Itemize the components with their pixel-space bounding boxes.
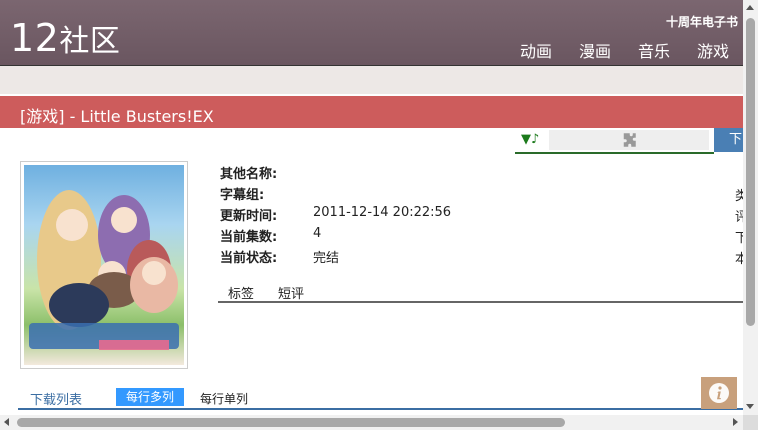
anniversary-link[interactable]: 十周年电子书 <box>666 13 738 30</box>
info-icon <box>709 383 729 403</box>
plugin-placeholder[interactable] <box>549 130 709 150</box>
horizontal-scroll-thumb[interactable] <box>17 418 565 427</box>
title-bar: [游戏] - Little Busters!EX <box>0 96 743 128</box>
tab-tags[interactable]: 标签 <box>228 283 254 302</box>
puzzle-icon <box>623 133 636 147</box>
info-tabs: 标签 短评 <box>218 281 743 303</box>
logo-text: 社区 <box>59 24 121 59</box>
sub-bar <box>0 65 743 94</box>
nav-anime[interactable]: 动画 <box>520 38 552 62</box>
info-row-updated: 更新时间: 2011-12-14 20:22:56 <box>220 205 452 224</box>
main-nav: 动画 漫画 音乐 游戏 <box>520 38 729 62</box>
music-note-icon[interactable]: ▼♪ <box>521 132 539 147</box>
vertical-scroll-thumb[interactable] <box>746 18 755 326</box>
info-row-other-names: 其他名称: <box>220 167 278 182</box>
vertical-scrollbar[interactable] <box>743 0 758 415</box>
scroll-down-icon[interactable] <box>746 404 754 409</box>
site-logo[interactable]: 12社区 <box>10 14 120 66</box>
multi-column-button[interactable]: 每行多列 <box>116 388 184 406</box>
scroll-left-icon[interactable] <box>4 418 9 426</box>
info-row-subgroup: 字幕组: <box>220 188 265 203</box>
nav-comic[interactable]: 漫画 <box>579 38 611 62</box>
download-list-tab[interactable]: 下载列表 <box>30 389 82 408</box>
logo-number: 12 <box>10 16 60 60</box>
info-button[interactable] <box>701 377 737 409</box>
download-tabs: 下载列表 每行多列 每行单列 <box>18 386 743 410</box>
download-button[interactable]: 下 <box>714 128 743 152</box>
tab-comments[interactable]: 短评 <box>278 283 304 302</box>
scrollbar-corner <box>743 415 758 430</box>
info-row-episodes: 当前集数: 4 <box>220 226 322 245</box>
nav-game[interactable]: 游戏 <box>697 38 729 62</box>
nav-music[interactable]: 音乐 <box>638 38 670 62</box>
cover-artwork <box>24 165 184 365</box>
info-row-status: 当前状态: 完结 <box>220 251 340 266</box>
scroll-up-icon[interactable] <box>746 5 754 10</box>
horizontal-scrollbar[interactable] <box>0 415 743 430</box>
single-column-button[interactable]: 每行单列 <box>200 390 248 407</box>
info-panel: 其他名称: 字幕组: 更新时间: 2011-12-14 20:22:56 当前集数… <box>220 163 451 268</box>
site-header: 12社区 十周年电子书 动画 漫画 音乐 游戏 <box>0 0 743 65</box>
scroll-right-icon[interactable] <box>733 418 738 426</box>
cover-image <box>20 161 188 369</box>
music-player: ▼♪ <box>515 128 714 154</box>
page-title: [游戏] - Little Busters!EX <box>20 107 214 126</box>
